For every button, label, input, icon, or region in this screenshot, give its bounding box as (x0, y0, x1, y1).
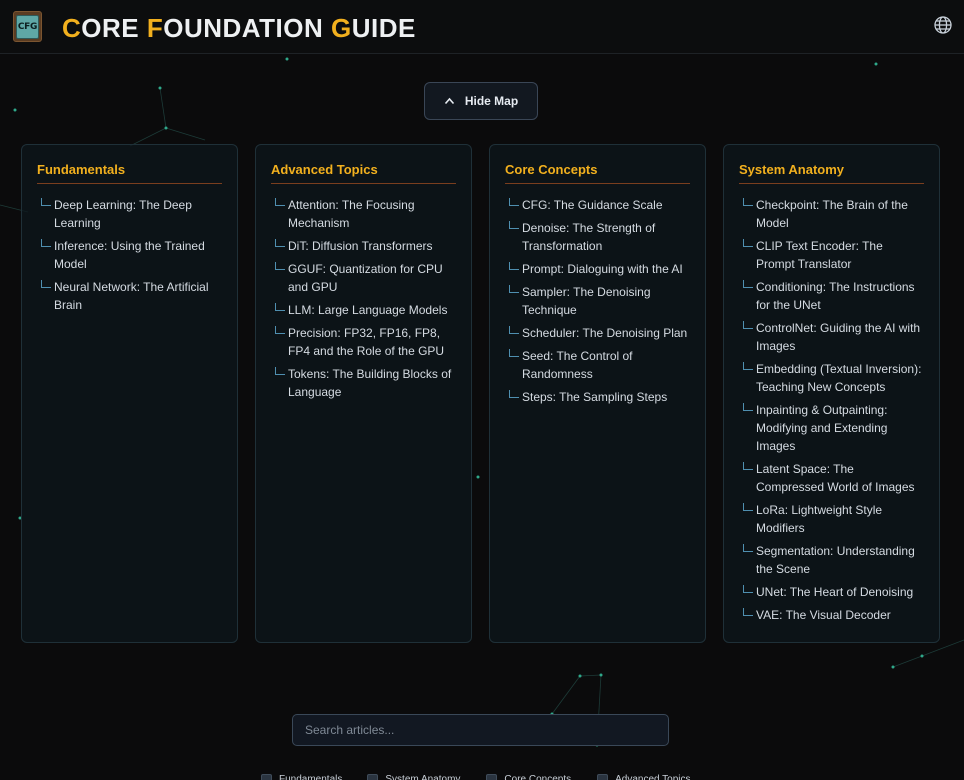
filter-checkbox[interactable] (367, 773, 379, 780)
filter-checkbox[interactable] (597, 773, 609, 780)
hide-map-label: Hide Map (464, 94, 519, 108)
article-link[interactable]: UNet: The Heart of Denoising (739, 583, 924, 601)
article-link[interactable]: Deep Learning: The Deep Learning (37, 196, 222, 232)
article-list: Checkpoint: The Brain of the Model CLIP T… (739, 196, 924, 624)
article-link[interactable]: Attention: The Focusing Mechanism (271, 196, 456, 232)
category-title: Fundamentals (37, 162, 222, 184)
article-link[interactable]: Seed: The Control of Randomness (505, 347, 690, 383)
article-link[interactable]: Embedding (Textual Inversion): Teaching … (739, 360, 924, 396)
app-logo: CFG (13, 11, 42, 42)
category-title: System Anatomy (739, 162, 924, 184)
filter-checkbox[interactable] (486, 773, 498, 780)
article-link[interactable]: CFG: The Guidance Scale (505, 196, 690, 214)
chevron-up-icon (444, 97, 454, 105)
article-link[interactable]: Denoise: The Strength of Transformation (505, 219, 690, 255)
article-link[interactable]: Conditioning: The Instructions for the U… (739, 278, 924, 314)
article-link[interactable]: Scheduler: The Denoising Plan (505, 324, 690, 342)
category-title: Core Concepts (505, 162, 690, 184)
article-link[interactable]: DiT: Diffusion Transformers (271, 237, 456, 255)
filter-fundamentals[interactable]: Fundamentals (261, 771, 342, 780)
article-link[interactable]: Inference: Using the Trained Model (37, 237, 222, 273)
title-initial: G (330, 13, 352, 43)
article-link[interactable]: Steps: The Sampling Steps (505, 388, 690, 406)
article-list: Attention: The Focusing Mechanism DiT: Di… (271, 196, 456, 401)
article-link[interactable]: Prompt: Dialoguing with the AI (505, 260, 690, 278)
title-word: UIDE (351, 13, 416, 43)
category-card-system-anatomy: System Anatomy Checkpoint: The Brain of t… (723, 144, 940, 643)
hide-map-button[interactable]: Hide Map (424, 82, 538, 120)
article-link[interactable]: Tokens: The Building Blocks of Language (271, 365, 456, 401)
filter-label: System Anatomy (385, 773, 461, 780)
article-link[interactable]: LLM: Large Language Models (271, 301, 456, 319)
app-title: CORE FOUNDATION GUIDE (62, 13, 416, 44)
article-link[interactable]: Sampler: The Denoising Technique (505, 283, 690, 319)
app-header: CFG CORE FOUNDATION GUIDE (0, 0, 964, 54)
article-list: CFG: The Guidance Scale Denoise: The Stre… (505, 196, 690, 406)
title-word: ORE (81, 13, 147, 43)
category-card-fundamentals: Fundamentals Deep Learning: The Deep Lear… (21, 144, 238, 643)
filter-core-concepts[interactable]: Core Concepts (486, 771, 571, 780)
filter-label: Advanced Topics (615, 773, 691, 780)
article-link[interactable]: Latent Space: The Compressed World of Im… (739, 460, 924, 496)
article-link[interactable]: Precision: FP32, FP16, FP8, FP4 and the … (271, 324, 456, 360)
title-word: OUNDATION (163, 13, 331, 43)
filter-system-anatomy[interactable]: System Anatomy (367, 771, 460, 780)
filter-label: Fundamentals (279, 773, 343, 780)
category-title: Advanced Topics (271, 162, 456, 184)
search-input[interactable] (292, 714, 669, 746)
article-link[interactable]: Inpainting & Outpainting: Modifying and … (739, 401, 924, 455)
article-link[interactable]: CLIP Text Encoder: The Prompt Translator (739, 237, 924, 273)
article-link[interactable]: VAE: The Visual Decoder (739, 606, 924, 624)
title-initial: F (146, 13, 164, 43)
filter-label: Core Concepts (504, 773, 572, 780)
article-link[interactable]: Checkpoint: The Brain of the Model (739, 196, 924, 232)
article-link[interactable]: LoRa: Lightweight Style Modifiers (739, 501, 924, 537)
title-initial: C (62, 13, 82, 43)
category-card-core-concepts: Core Concepts CFG: The Guidance Scale Deno… (489, 144, 706, 643)
logo-text: CFG (16, 15, 39, 39)
article-link[interactable]: Neural Network: The Artificial Brain (37, 278, 222, 314)
category-card-advanced-topics: Advanced Topics Attention: The Focusing M… (255, 144, 472, 643)
article-link[interactable]: GGUF: Quantization for CPU and GPU (271, 260, 456, 296)
filter-advanced-topics[interactable]: Advanced Topics (597, 771, 691, 780)
filter-checkbox[interactable] (261, 773, 272, 780)
globe-icon[interactable] (933, 15, 953, 35)
article-link[interactable]: ControlNet: Guiding the AI with Images (739, 319, 924, 355)
category-filters: Fundamentals System Anatomy Core Concepts A… (261, 771, 691, 780)
article-link[interactable]: Segmentation: Understanding the Scene (739, 542, 924, 578)
article-list: Deep Learning: The Deep Learning Inferenc… (37, 196, 222, 314)
